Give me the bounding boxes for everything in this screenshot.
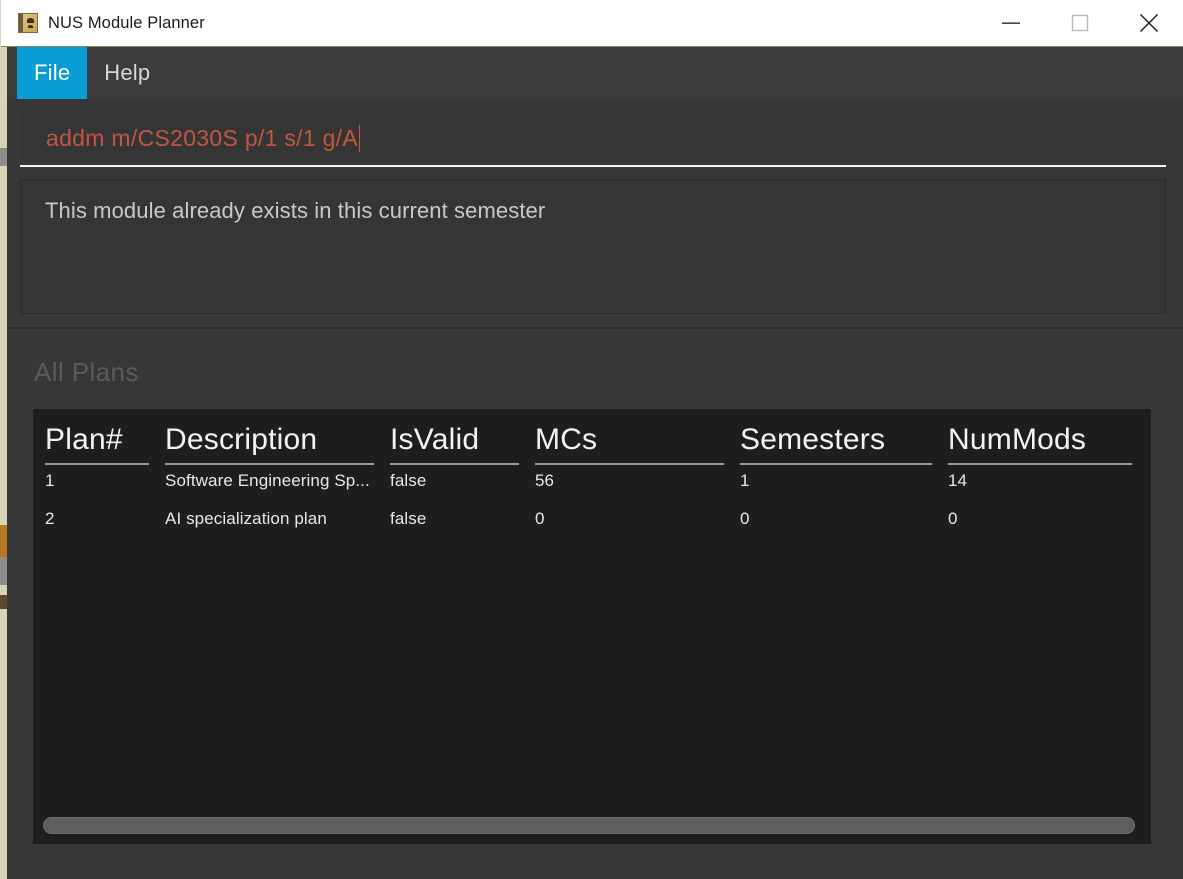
table-row[interactable]: 2 AI specialization plan false 0 0 0 [33, 509, 1151, 529]
table-row[interactable]: 1 Software Engineering Sp... false 56 1 … [33, 471, 1151, 491]
horizontal-scrollbar-thumb[interactable] [43, 817, 1135, 834]
minimize-icon[interactable] [976, 0, 1045, 46]
column-header-plan[interactable]: Plan# [45, 423, 165, 465]
background-window-artifact [0, 557, 7, 585]
application-window: NUS Module Planner File Help addm m/CS20… [0, 0, 1183, 879]
cell-plan: 1 [45, 471, 55, 490]
cell-isvalid: false [390, 471, 427, 490]
cell-semesters: 1 [740, 471, 750, 490]
all-plans-heading: All Plans [34, 357, 139, 387]
background-window-artifact [0, 148, 7, 166]
result-message: This module already exists in this curre… [45, 198, 546, 223]
column-header-mcs[interactable]: MCs [535, 423, 740, 465]
horizontal-scrollbar[interactable] [43, 816, 1139, 836]
column-header-nummods[interactable]: NumMods [948, 423, 1148, 465]
window-controls [976, 0, 1183, 46]
section-divider [7, 327, 1183, 329]
cell-mcs: 0 [535, 509, 545, 528]
cell-mcs: 56 [535, 471, 555, 490]
background-window-artifact [0, 595, 7, 609]
close-icon[interactable] [1114, 0, 1183, 46]
cell-description: AI specialization plan [165, 509, 327, 528]
command-input-value: addm m/CS2030S p/1 s/1 g/A [46, 124, 359, 151]
cell-plan: 2 [45, 509, 55, 528]
column-header-semesters[interactable]: Semesters [740, 423, 948, 465]
result-display-box: This module already exists in this curre… [20, 179, 1166, 314]
cell-isvalid: false [390, 509, 427, 528]
maximize-icon[interactable] [1045, 0, 1114, 46]
cell-description: Software Engineering Sp... [165, 471, 370, 490]
app-body: addm m/CS2030S p/1 s/1 g/A This module a… [7, 99, 1183, 879]
plans-table[interactable]: Plan# Description IsValid MCs Semesters … [33, 409, 1151, 844]
background-window-artifact [0, 525, 7, 557]
menu-bar: File Help [7, 47, 1183, 99]
java-duke-app-icon [18, 13, 38, 33]
cell-semesters: 0 [740, 509, 750, 528]
table-header-row: Plan# Description IsValid MCs Semesters … [33, 423, 1151, 465]
column-header-description[interactable]: Description [165, 423, 390, 465]
cell-nummods: 0 [948, 509, 958, 528]
window-title: NUS Module Planner [48, 13, 205, 32]
menu-item-help[interactable]: Help [87, 47, 167, 99]
cell-nummods: 14 [948, 471, 968, 490]
menu-item-file[interactable]: File [17, 47, 88, 99]
column-header-isvalid[interactable]: IsValid [390, 423, 535, 465]
command-input[interactable]: addm m/CS2030S p/1 s/1 g/A [20, 111, 1166, 167]
text-caret [359, 124, 361, 152]
title-bar[interactable]: NUS Module Planner [1, 0, 1183, 47]
